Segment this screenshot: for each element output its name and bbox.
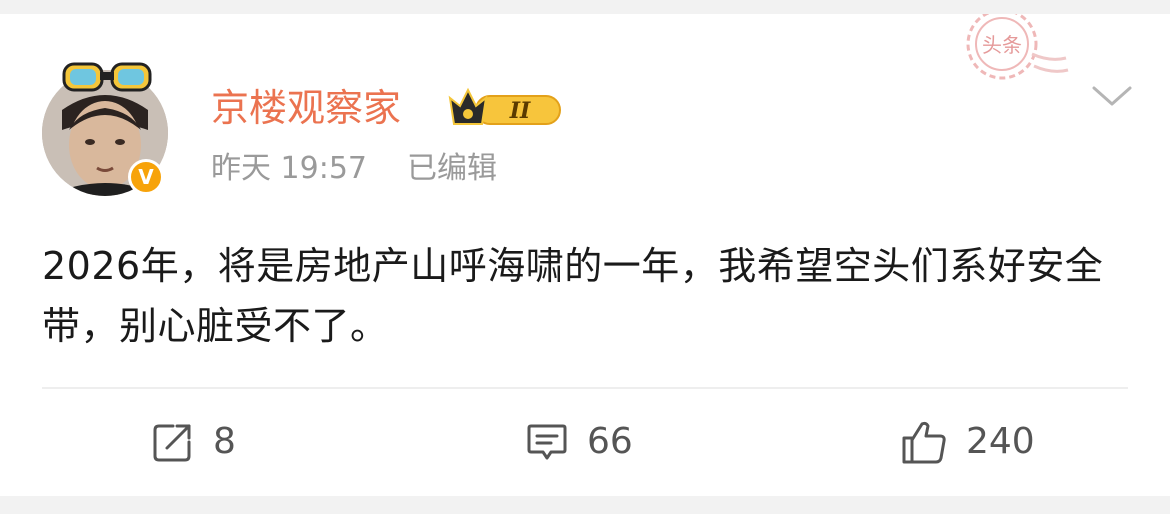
author-name[interactable]: 京楼观察家: [211, 84, 401, 132]
avatar-goggles-decoration: [62, 62, 152, 92]
chevron-down-icon[interactable]: [1090, 84, 1134, 108]
repost-button[interactable]: 8: [151, 414, 236, 470]
comment-icon: [527, 424, 567, 460]
post-body-text: 2026年，将是房地产山呼海啸的一年，我希望空头们系好安全带，别心脏受不了。: [42, 244, 1104, 348]
vip-level-label: II: [509, 98, 531, 124]
like-button[interactable]: 240: [900, 414, 1035, 470]
headline-stamp-icon: 头条: [966, 14, 1069, 80]
repost-count: 8: [213, 421, 236, 462]
like-count: 240: [966, 421, 1035, 462]
comment-count: 66: [587, 421, 633, 462]
post-time: 昨天 19:57: [211, 151, 367, 186]
weibo-post-card: V 京楼观察家 II 昨天 19:57 已编辑 头条 2026年，将是房地产山呼海…: [0, 14, 1170, 496]
thumbs-up-icon: [902, 421, 946, 464]
headline-stamp-label: 头条: [982, 33, 1022, 57]
crown-vip-icon[interactable]: II: [446, 84, 562, 134]
comment-button[interactable]: 66: [525, 414, 633, 470]
repost-icon: [153, 424, 191, 462]
post-meta: 昨天 19:57 已编辑: [211, 149, 497, 189]
verified-badge-icon: V: [128, 159, 164, 195]
divider: [42, 387, 1128, 389]
edited-label[interactable]: 已编辑: [407, 151, 497, 186]
